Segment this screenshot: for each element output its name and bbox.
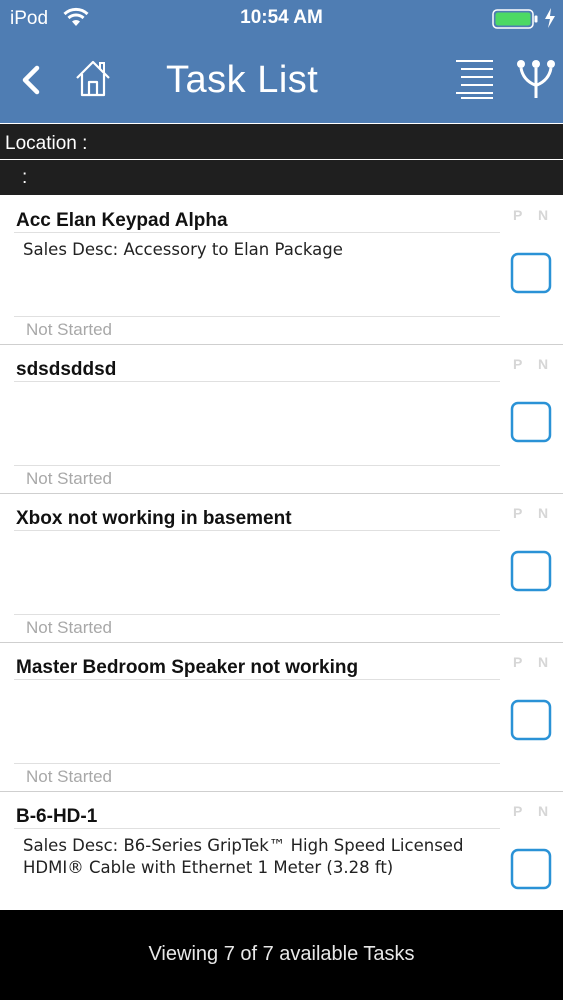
task-status: Not Started: [26, 767, 112, 786]
pn-indicator: P N: [513, 207, 555, 223]
home-icon[interactable]: [73, 58, 113, 98]
location-label: Location :: [5, 133, 88, 154]
task-title: Acc Elan Keypad Alpha: [16, 210, 228, 231]
page-title: Task List: [166, 59, 319, 101]
task-title: Xbox not working in basement: [16, 508, 292, 529]
task-status: Not Started: [26, 618, 112, 637]
location-bar: Location :: [0, 124, 563, 159]
filter-icon[interactable]: [515, 58, 557, 100]
checkbox-icon[interactable]: [510, 848, 552, 890]
task-title: Master Bedroom Speaker not working: [16, 657, 359, 678]
divider: [14, 232, 500, 233]
pn-indicator: P N: [513, 356, 555, 372]
task-status: Not Started: [26, 469, 112, 488]
footer-count-text: Viewing 7 of 7 available Tasks: [148, 943, 415, 965]
checkbox-icon[interactable]: [510, 252, 552, 294]
status-time: 10:54 AM: [240, 7, 323, 28]
charging-icon: [544, 7, 556, 34]
divider: [14, 381, 500, 382]
task-item[interactable]: Acc Elan Keypad Alpha P N Sales Desc: Ac…: [0, 196, 563, 345]
task-list: Acc Elan Keypad Alpha P N Sales Desc: Ac…: [0, 196, 563, 910]
task-status: Not Started: [26, 320, 112, 339]
divider: [14, 763, 500, 764]
battery-icon: [492, 9, 540, 34]
task-title: B-6-HD-1: [16, 806, 98, 827]
task-description: Sales Desc: Accessory to Elan Package: [23, 240, 343, 259]
nav-bar: Task List: [0, 36, 563, 123]
pn-indicator: P N: [513, 654, 555, 670]
header: iPod 10:54 AM Task List: [0, 0, 563, 123]
footer-bar: Viewing 7 of 7 available Tasks: [0, 910, 563, 1000]
divider: [14, 316, 500, 317]
divider: [14, 465, 500, 466]
back-icon[interactable]: [18, 64, 46, 96]
checkbox-icon[interactable]: [510, 699, 552, 741]
divider: [14, 679, 500, 680]
task-title: sdsdsddsd: [16, 359, 117, 380]
location-sub-label: :: [22, 167, 28, 188]
divider: [14, 828, 500, 829]
task-item[interactable]: B-6-HD-1 P N Sales Desc: B6-Series GripT…: [0, 792, 563, 910]
task-item[interactable]: Master Bedroom Speaker not working P N N…: [0, 643, 563, 792]
divider: [14, 530, 500, 531]
checkbox-icon[interactable]: [510, 550, 552, 592]
pn-indicator: P N: [513, 803, 555, 819]
pn-indicator: P N: [513, 505, 555, 521]
location-sub-bar: :: [0, 160, 563, 195]
divider: [14, 614, 500, 615]
list-icon[interactable]: [453, 58, 495, 100]
checkbox-icon[interactable]: [510, 401, 552, 443]
status-bar: iPod 10:54 AM: [0, 0, 563, 36]
task-description: Sales Desc: B6-Series GripTek™ High Spee…: [23, 836, 464, 877]
task-item[interactable]: sdsdsddsd P N Not Started: [0, 345, 563, 494]
task-item[interactable]: Xbox not working in basement P N Not Sta…: [0, 494, 563, 643]
